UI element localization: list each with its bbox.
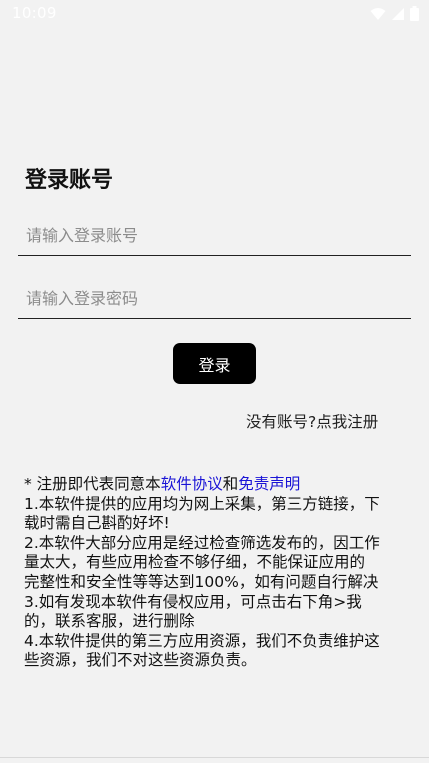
agreement-line: * 注册即代表同意本软件协议和免责声明 — [24, 475, 409, 495]
status-time: 10:09 — [12, 4, 57, 22]
account-field — [18, 215, 411, 256]
software-agreement-link[interactable]: 软件协议 — [161, 475, 223, 493]
login-button[interactable]: 登录 — [173, 343, 256, 384]
disclaimer-line: 4.本软件提供的第三方应用资源，我们不负责维护这 — [24, 631, 380, 650]
navigation-bar-divider — [0, 757, 429, 758]
wifi-icon — [370, 7, 386, 20]
status-icons — [370, 6, 419, 21]
disclaimer-line: 量太大，有些应用检查不够仔细，不能保证应用的 — [24, 553, 366, 572]
disclaimer-link[interactable]: 免责声明 — [238, 475, 300, 493]
account-input[interactable] — [18, 215, 411, 255]
disclaimer-line: 的，联系客服，进行删除 — [24, 612, 195, 631]
disclaimer-line: 3.如有发现本软件有侵权应用，可点击右下角>我 — [24, 592, 362, 611]
disclaimer-line: 些资源，我们不对这些资源负责。 — [24, 651, 257, 670]
register-link[interactable]: 没有账号?点我注册 — [246, 410, 378, 432]
disclaimer-line: 完整性和安全性等等达到100%，如有问题自行解决 — [24, 572, 379, 591]
status-bar: 10:09 — [0, 0, 429, 28]
battery-icon — [410, 6, 419, 21]
disclaimer-line: 1.本软件提供的应用均为网上采集，第三方链接，下 — [24, 494, 380, 513]
disclaimer-line: 载时需自己斟酌好坏! — [24, 514, 170, 533]
agreement-prefix: * 注册即代表同意本 — [24, 475, 161, 493]
disclaimer-text: * 注册即代表同意本软件协议和免责声明 1.本软件提供的应用均为网上采集，第三方… — [24, 475, 409, 671]
disclaimer-line: 2.本软件大部分应用是经过检查筛选发布的，因工作 — [24, 533, 380, 552]
page-title: 登录账号 — [25, 168, 114, 193]
signal-icon — [392, 7, 404, 20]
agreement-conjunction: 和 — [222, 475, 239, 493]
password-field — [18, 278, 411, 319]
password-input[interactable] — [18, 278, 411, 318]
